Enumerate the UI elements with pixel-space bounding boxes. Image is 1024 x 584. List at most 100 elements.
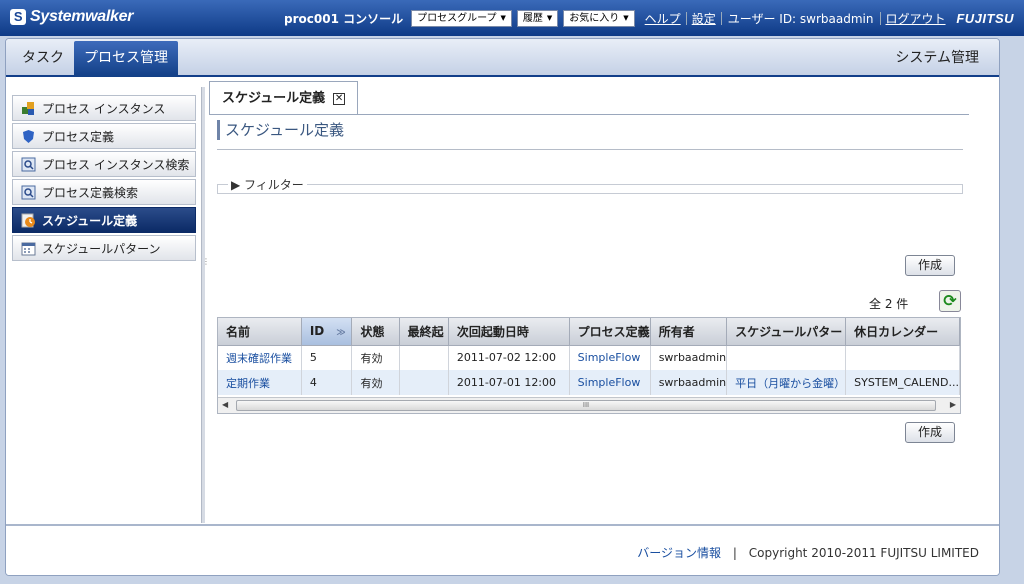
schedule-pattern-link[interactable] (726, 345, 847, 370)
sidebar-item-schedule-definition[interactable]: スケジュール定義 (12, 207, 196, 233)
record-count: 全 2 件 (869, 297, 909, 311)
table-cell-next-run: 2011-07-02 12:00 (448, 345, 570, 370)
column-header-name[interactable]: 名前 (218, 318, 302, 346)
dropdown-arrow-icon: ▼ (500, 14, 506, 22)
fujitsu-logo: FUJITSU (956, 11, 1014, 26)
content-tab-schedule-definition[interactable]: スケジュール定義 ✕ (209, 81, 359, 115)
column-header-schedule-pattern[interactable]: スケジュールパター (726, 318, 847, 346)
settings-link[interactable]: 設定 (692, 10, 716, 27)
horizontal-scrollbar[interactable]: ◀ III ▶ (218, 397, 960, 413)
scroll-left-icon[interactable]: ◀ (222, 400, 228, 409)
favorites-select[interactable]: お気に入り ▼ (563, 10, 635, 27)
user-id-label: ユーザー ID: swrbaadmin (727, 12, 874, 26)
schedule-name-link[interactable]: 週末確認作業 (218, 345, 302, 370)
table-row[interactable]: 定期作業 4 有効 2011-07-01 12:00 SimpleFlow sw… (218, 370, 960, 395)
column-header-owner[interactable]: 所有者 (650, 318, 728, 346)
refresh-icon[interactable]: ⟳ (939, 290, 961, 312)
footer-separator: | (732, 546, 737, 560)
search-window-icon (21, 185, 36, 200)
close-icon[interactable]: ✕ (333, 92, 346, 105)
top-navigation: proc001 コンソール プロセスグループ ▼ 履歴 ▼ お気に入り ▼ ヘルプ 設… (284, 10, 951, 27)
console-title: proc001 コンソール (284, 12, 404, 26)
scrollbar-thumb[interactable]: III (236, 400, 936, 411)
shield-icon (21, 129, 36, 144)
copyright-text: Copyright 2010-2011 FUJITSU LIMITED (748, 546, 979, 560)
table-cell-last-run (399, 370, 449, 395)
column-header-process-definition[interactable]: プロセス定義 (569, 318, 651, 346)
schedule-name-link[interactable]: 定期作業 (218, 370, 302, 395)
top-bar: S Systemwalker proc001 コンソール プロセスグループ ▼ 履歴… (0, 0, 1024, 36)
column-header-status[interactable]: 状態 (351, 318, 400, 346)
sidebar-item-schedule-pattern[interactable]: スケジュールパターン (12, 235, 196, 261)
column-header-label: 所有者 (658, 324, 695, 339)
dropdown-arrow-icon: ▼ (546, 14, 553, 22)
sidebar-item-label: プロセス定義検索 (42, 185, 139, 200)
column-header-label: ID (309, 324, 325, 339)
table-cell-next-run: 2011-07-01 12:00 (448, 370, 570, 395)
column-header-holiday-calendar[interactable]: 休日カレンダー (845, 318, 960, 346)
history-select-label: 履歴 (522, 13, 543, 24)
column-header-label: プロセス定義 (577, 324, 650, 339)
sidebar-item-label: スケジュール定義 (42, 213, 138, 228)
column-header-label: 名前 (226, 324, 251, 339)
process-group-select-label: プロセスグループ (417, 13, 497, 24)
filter-toggle[interactable]: ▶ フィルター (228, 176, 307, 193)
table-cell-owner: swrbaadmin (650, 370, 728, 395)
page-title: スケジュール定義 (217, 120, 344, 140)
title-divider (217, 149, 963, 150)
column-header-label: 最終起 (407, 324, 444, 339)
separator (685, 12, 687, 25)
table-cell-status: 有効 (351, 345, 400, 370)
tab-process-management[interactable]: プロセス管理 (74, 41, 178, 77)
process-instance-icon (21, 101, 36, 116)
sort-descending-icon: ≫ (336, 328, 346, 339)
main-frame: タスク プロセス管理 システム管理 プロセス インスタンス プロセス定義 プロセ… (5, 38, 1000, 576)
scroll-right-icon[interactable]: ▶ (950, 400, 956, 409)
footer: バージョン情報 | Copyright 2010-2011 FUJITSU LI… (6, 524, 999, 575)
table-cell-owner: swrbaadmin (650, 345, 728, 370)
process-definition-link[interactable]: SimpleFlow (569, 345, 651, 370)
schedule-pattern-link[interactable]: 平日（月曜から金曜） (726, 370, 847, 395)
sidebar-item-label: プロセス定義 (42, 129, 115, 144)
process-group-select[interactable]: プロセスグループ ▼ (411, 10, 512, 27)
version-info-link[interactable]: バージョン情報 (637, 546, 721, 560)
sidebar-item-process-instance-search[interactable]: プロセス インスタンス検索 (12, 151, 196, 177)
separator (720, 12, 722, 25)
sidebar-item-process-definition[interactable]: プロセス定義 (12, 123, 196, 149)
process-definition-link[interactable]: SimpleFlow (569, 370, 651, 395)
column-header-last-run[interactable]: 最終起 (399, 318, 449, 346)
column-header-label: 状態 (360, 324, 385, 339)
create-button-bottom[interactable]: 作成 (905, 422, 955, 443)
systemwalker-logo-icon: S (10, 9, 26, 25)
tab-task[interactable]: タスク (12, 41, 74, 77)
help-link[interactable]: ヘルプ (645, 10, 681, 27)
sidebar-item-label: プロセス インスタンス (42, 101, 166, 116)
table-cell-last-run (399, 345, 449, 370)
sidebar-splitter[interactable]: ⋮ (201, 87, 210, 523)
schedule-clock-icon (21, 213, 36, 228)
table-cell-id: 4 (301, 370, 353, 395)
top-tab-bar: タスク プロセス管理 システム管理 (6, 39, 999, 77)
sidebar-item-process-instance[interactable]: プロセス インスタンス (12, 95, 196, 121)
separator (879, 12, 881, 25)
tab-system-management[interactable]: システム管理 (885, 41, 989, 77)
systemwalker-logo: S Systemwalker (10, 8, 133, 26)
column-header-id[interactable]: ID ≫ (301, 318, 353, 346)
content-area: スケジュール定義 ✕ スケジュール定義 ▶ フィルター 作成 全 2 件 ⟳ 名… (209, 81, 969, 523)
favorites-select-label: お気に入り (569, 13, 620, 24)
history-select[interactable]: 履歴 ▼ (516, 10, 559, 27)
column-header-label: スケジュールパター (735, 324, 843, 339)
search-window-icon (21, 157, 36, 172)
calendar-icon (21, 241, 36, 256)
table-cell-status: 有効 (351, 370, 400, 395)
column-header-label: 次回起動日時 (456, 324, 529, 339)
sidebar-item-label: スケジュールパターン (42, 241, 161, 256)
sidebar-item-process-definition-search[interactable]: プロセス定義検索 (12, 179, 196, 205)
table-row[interactable]: 週末確認作業 5 有効 2011-07-02 12:00 SimpleFlow … (218, 345, 960, 370)
logout-link[interactable]: ログアウト (886, 10, 946, 27)
column-header-next-run[interactable]: 次回起動日時 (448, 318, 570, 346)
create-button-top[interactable]: 作成 (905, 255, 955, 276)
table-header-row: 名前 ID ≫ 状態 最終起 次回起動日時 プロセス定義 所有者 スケジュールパタ… (218, 318, 960, 346)
table-cell-id: 5 (301, 345, 353, 370)
sidebar: プロセス インスタンス プロセス定義 プロセス インスタンス検索 プロセス定義検… (12, 95, 196, 263)
